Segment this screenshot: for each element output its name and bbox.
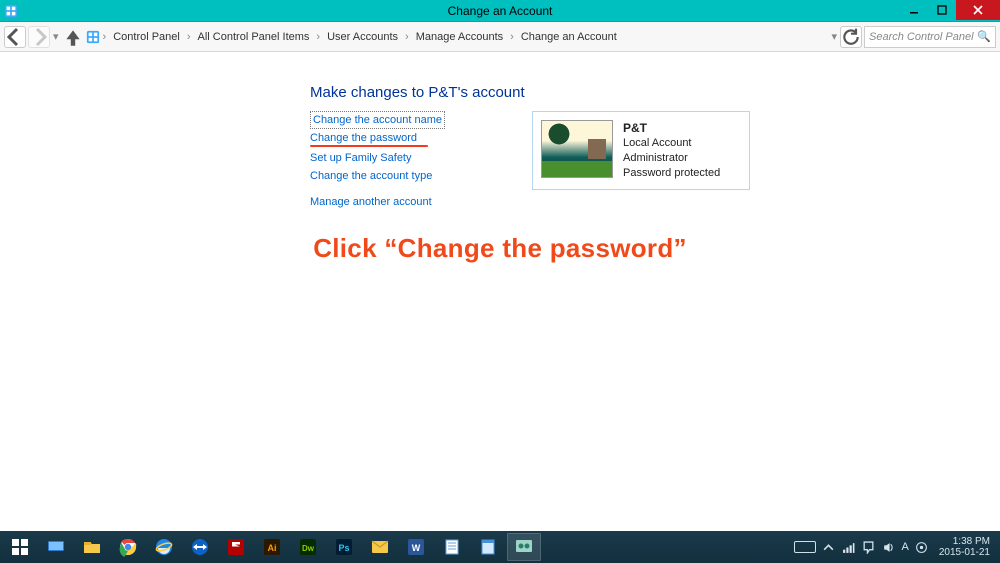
svg-text:Ps: Ps bbox=[338, 543, 349, 553]
system-tray: A 1:38 PM 2015-01-21 bbox=[794, 536, 999, 558]
window-title: Change an Account bbox=[0, 4, 1000, 18]
account-name: P&T bbox=[623, 120, 720, 136]
chevron-right-icon: › bbox=[102, 31, 108, 43]
page-heading: Make changes to P&T's account bbox=[310, 84, 1000, 101]
back-button[interactable] bbox=[4, 26, 26, 48]
account-info: P&T Local Account Administrator Password… bbox=[623, 120, 720, 181]
account-actions: Change the account name Change the passw… bbox=[310, 111, 510, 211]
taskbar-app-explorer[interactable] bbox=[75, 533, 109, 561]
account-card: P&T Local Account Administrator Password… bbox=[532, 111, 750, 190]
tray-ime-indicator[interactable]: A bbox=[902, 541, 909, 553]
tray-volume-icon[interactable] bbox=[882, 540, 896, 554]
link-family-safety[interactable]: Set up Family Safety bbox=[310, 149, 412, 167]
tray-network-icon[interactable] bbox=[842, 540, 856, 554]
chevron-right-icon: › bbox=[509, 31, 515, 43]
tray-action-center-icon[interactable] bbox=[862, 540, 876, 554]
start-button[interactable] bbox=[3, 533, 37, 561]
taskbar-app-control-panel[interactable] bbox=[507, 533, 541, 561]
svg-text:W: W bbox=[412, 543, 421, 553]
minimize-button[interactable] bbox=[900, 0, 928, 20]
history-dropdown[interactable]: ▾ bbox=[52, 30, 60, 43]
search-input[interactable]: Search Control Panel 🔍 bbox=[864, 26, 996, 48]
touch-keyboard-icon[interactable] bbox=[794, 541, 816, 553]
up-button[interactable] bbox=[62, 26, 84, 48]
address-bar: ▾ › Control Panel › All Control Panel It… bbox=[0, 22, 1000, 52]
breadcrumb-item[interactable]: Control Panel bbox=[109, 29, 184, 45]
window-titlebar: Change an Account bbox=[0, 0, 1000, 22]
taskbar: Ai Dw Ps W A 1:38 PM 2015-01-21 bbox=[0, 531, 1000, 563]
tray-date: 2015-01-21 bbox=[939, 547, 990, 558]
taskbar-app-teamviewer[interactable] bbox=[183, 533, 217, 561]
breadcrumb-item[interactable]: Change an Account bbox=[517, 29, 621, 45]
tray-ime-icon[interactable] bbox=[915, 540, 929, 554]
tray-chevron-icon[interactable] bbox=[822, 540, 836, 554]
account-protection: Password protected bbox=[623, 166, 720, 181]
refresh-button[interactable] bbox=[840, 26, 862, 48]
search-icon[interactable]: 🔍 bbox=[977, 30, 991, 43]
maximize-button[interactable] bbox=[928, 0, 956, 20]
taskbar-app-desktop[interactable] bbox=[39, 533, 73, 561]
breadcrumb-item[interactable]: User Accounts bbox=[323, 29, 402, 45]
taskbar-app-chrome[interactable] bbox=[111, 533, 145, 561]
search-placeholder: Search Control Panel bbox=[869, 31, 974, 43]
link-change-account-name[interactable]: Change the account name bbox=[310, 111, 445, 129]
account-picture bbox=[541, 120, 613, 178]
tray-time: 1:38 PM bbox=[939, 536, 990, 547]
content-pane: Make changes to P&T's account Change the… bbox=[0, 52, 1000, 264]
taskbar-app-notes[interactable] bbox=[471, 533, 505, 561]
taskbar-app-word[interactable]: W bbox=[399, 533, 433, 561]
chevron-right-icon: › bbox=[404, 31, 410, 43]
taskbar-app-dreamweaver[interactable]: Dw bbox=[291, 533, 325, 561]
taskbar-app-illustrator[interactable]: Ai bbox=[255, 533, 289, 561]
forward-button[interactable] bbox=[28, 26, 50, 48]
chevron-right-icon: › bbox=[186, 31, 192, 43]
svg-text:Dw: Dw bbox=[302, 544, 315, 553]
svg-text:Ai: Ai bbox=[268, 543, 277, 553]
location-icon bbox=[86, 30, 100, 44]
taskbar-app-outlook[interactable] bbox=[363, 533, 397, 561]
taskbar-app-photoshop[interactable]: Ps bbox=[327, 533, 361, 561]
link-manage-another-account[interactable]: Manage another account bbox=[310, 193, 432, 211]
window-controls bbox=[900, 0, 1000, 20]
link-change-account-type[interactable]: Change the account type bbox=[310, 167, 432, 185]
link-change-password[interactable]: Change the password bbox=[310, 129, 417, 147]
breadcrumb-item[interactable]: Manage Accounts bbox=[412, 29, 507, 45]
tray-clock[interactable]: 1:38 PM 2015-01-21 bbox=[935, 536, 994, 558]
close-button[interactable] bbox=[956, 0, 1000, 20]
taskbar-app-filezilla[interactable] bbox=[219, 533, 253, 561]
breadcrumb-item[interactable]: All Control Panel Items bbox=[194, 29, 314, 45]
account-type: Local Account bbox=[623, 136, 720, 151]
address-dropdown[interactable]: ▾ bbox=[830, 30, 838, 43]
taskbar-app-notepad[interactable] bbox=[435, 533, 469, 561]
chevron-right-icon: › bbox=[315, 31, 321, 43]
taskbar-app-ie[interactable] bbox=[147, 533, 181, 561]
control-panel-icon bbox=[4, 4, 18, 18]
instruction-annotation: Click “Change the password” bbox=[0, 233, 1000, 264]
account-role: Administrator bbox=[623, 151, 720, 166]
